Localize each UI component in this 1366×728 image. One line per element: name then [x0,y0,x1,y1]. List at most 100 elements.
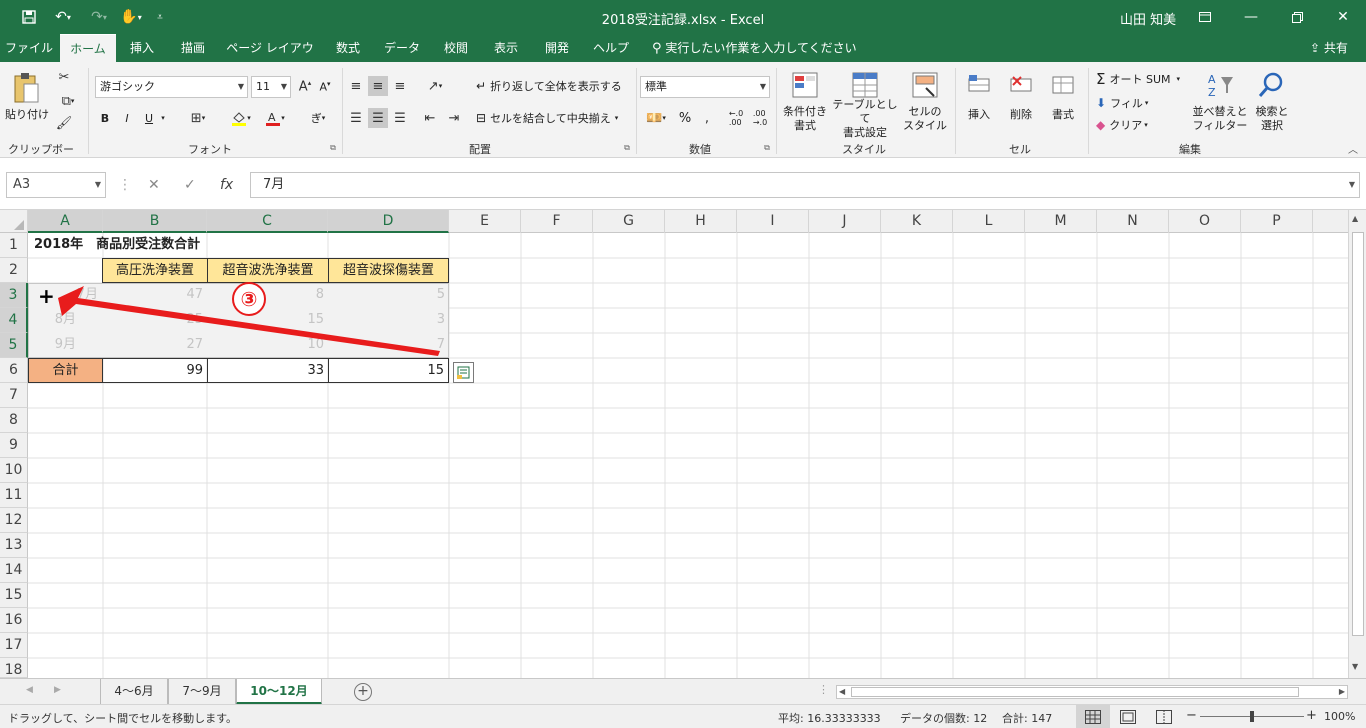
chevron-down-icon[interactable]: ▼ [95,173,101,197]
bold-button[interactable]: B [97,108,113,128]
column-header-m[interactable]: M [1025,210,1097,233]
alignment-dialog-launcher-icon[interactable]: ⧉ [622,142,632,154]
page-layout-view-icon[interactable] [1120,710,1136,727]
tab-data[interactable]: データ [376,34,428,62]
insert-cells-icon[interactable] [965,70,993,100]
insert-function-icon[interactable]: fx [220,172,233,198]
row-header-8[interactable]: 8 [0,408,28,433]
italic-button[interactable]: I [119,108,135,128]
format-as-table-icon[interactable] [850,70,880,100]
delete-cells-button[interactable]: 削除 [1002,106,1040,122]
enter-icon[interactable]: ✓ [184,172,196,198]
share-button[interactable]: ⇪ 共有 [1310,34,1348,62]
tab-home[interactable]: ホーム [60,34,116,62]
number-dialog-launcher-icon[interactable]: ⧉ [762,142,772,154]
prev-sheet-icon[interactable]: ◀ [26,685,33,695]
column-header-j[interactable]: J [809,210,881,233]
align-right-icon[interactable]: ☰ [390,108,410,128]
status-average[interactable]: 平均: 16.33333333 [778,710,881,726]
ribbon-display-icon[interactable] [1182,0,1228,34]
row-header-9[interactable]: 9 [0,433,28,458]
column-header-h[interactable]: H [665,210,737,233]
increase-decimal-icon[interactable]: ←.0.00 [726,108,746,128]
tell-me-box[interactable]: ⚲ 実行したい作業を入力してください [652,34,857,62]
format-cells-icon[interactable] [1049,70,1077,100]
row-header-13[interactable]: 13 [0,533,28,558]
row-header-15[interactable]: 15 [0,583,28,608]
zoom-out-button[interactable]: − [1186,708,1197,723]
horizontal-scrollbar[interactable]: ◀ ▶ [836,685,1348,699]
user-name[interactable]: 山田 知美 [1120,9,1176,28]
increase-indent-icon[interactable]: ⇥ [444,108,464,128]
row-header-14[interactable]: 14 [0,558,28,583]
fill-color-icon[interactable]: ▾ [226,108,256,128]
cell-styles-icon[interactable] [910,70,940,100]
zoom-level[interactable]: 100% [1324,710,1355,723]
sheet-tab-oct-dec[interactable]: 10～12月 [236,679,322,705]
name-box[interactable]: A3 ▼ [6,172,106,198]
wrap-text-button[interactable]: ↵ 折り返して全体を表示する [476,76,626,96]
normal-view-icon[interactable] [1076,705,1110,728]
tab-file[interactable]: ファイル [0,34,58,62]
underline-dropdown-icon[interactable]: ▾ [158,108,168,128]
accounting-format-icon[interactable]: 💴 ▾ [640,108,672,128]
row-header-7[interactable]: 7 [0,383,28,408]
column-header-n[interactable]: N [1097,210,1169,233]
column-header-p[interactable]: P [1241,210,1313,233]
page-break-view-icon[interactable] [1156,710,1172,727]
tab-developer[interactable]: 開発 [534,34,580,62]
sheet-tab-jul-sep[interactable]: 7～9月 [168,679,236,705]
cell-styles-button[interactable]: セルの スタイル [898,104,952,134]
column-header-f[interactable]: F [521,210,593,233]
scroll-down-icon[interactable]: ▼ [1352,662,1358,671]
scroll-right-icon[interactable]: ▶ [1339,687,1345,696]
column-header-o[interactable]: O [1169,210,1241,233]
find-select-button[interactable]: 検索と 選択 [1250,104,1294,134]
paste-button[interactable]: 貼り付け [4,106,50,122]
column-header-l[interactable]: L [953,210,1025,233]
format-as-table-button[interactable]: テーブルとして 書式設定 [828,98,902,139]
h-scroll-thumb[interactable] [851,687,1299,697]
sort-filter-button[interactable]: 並べ替えと フィルター [1192,104,1248,134]
clear-button[interactable]: ◆ クリア ▾ [1096,116,1156,134]
row-header-17[interactable]: 17 [0,633,28,658]
font-grow-icon[interactable]: A▴ [296,76,314,98]
collapse-ribbon-icon[interactable]: ︿ [1346,142,1360,156]
align-center-icon[interactable]: ☰ [368,108,388,128]
sort-filter-icon[interactable]: AZ [1205,70,1235,100]
percent-button[interactable]: % [676,108,694,128]
font-dialog-launcher-icon[interactable]: ⧉ [328,142,338,154]
worksheet-grid[interactable]: A B C D E F G H I J K L M N O P 1 2 3 4 … [0,210,1366,678]
close-button[interactable]: ✕ [1320,0,1366,34]
row-header-18[interactable]: 18 [0,658,28,678]
cancel-icon[interactable]: ✕ [148,172,160,198]
delete-cells-icon[interactable] [1007,70,1035,100]
font-size-combo[interactable]: 11 ▼ [251,76,291,98]
status-sum[interactable]: 合計: 147 [1002,710,1052,726]
sheet-tab-apr-jun[interactable]: 4～6月 [100,679,168,705]
scroll-left-icon[interactable]: ◀ [839,687,845,696]
font-shrink-icon[interactable]: A▾ [316,76,334,98]
scroll-up-icon[interactable]: ▲ [1352,214,1358,223]
number-format-combo[interactable]: 標準 ▼ [640,76,770,98]
tab-help[interactable]: ヘルプ [586,34,636,62]
merge-center-button[interactable]: ⊟ セルを結合して中央揃え ▾ [476,108,630,128]
tab-view[interactable]: 表示 [484,34,528,62]
align-bottom-icon[interactable]: ≡ [390,76,410,96]
minimize-button[interactable]: — [1228,0,1274,34]
add-sheet-icon[interactable]: + [354,683,372,701]
underline-button[interactable]: U [141,108,157,128]
next-sheet-icon[interactable]: ▶ [54,685,61,695]
font-color-icon[interactable]: A ▾ [260,108,290,128]
row-header-11[interactable]: 11 [0,483,28,508]
copy-icon[interactable]: ⧉ ▾ [54,92,82,110]
comma-style-icon[interactable]: , [698,108,716,128]
tab-insert[interactable]: 挿入 [120,34,164,62]
conditional-format-button[interactable]: 条件付き 書式 [778,104,832,134]
vertical-scrollbar[interactable]: ▲ ▼ [1348,210,1366,678]
restore-button[interactable] [1274,0,1320,34]
fill-button[interactable]: ⬇ フィル ▾ [1096,94,1156,112]
row-header-16[interactable]: 16 [0,608,28,633]
insert-cells-button[interactable]: 挿入 [960,106,998,122]
tab-page-layout[interactable]: ページ レイアウト [222,34,318,83]
